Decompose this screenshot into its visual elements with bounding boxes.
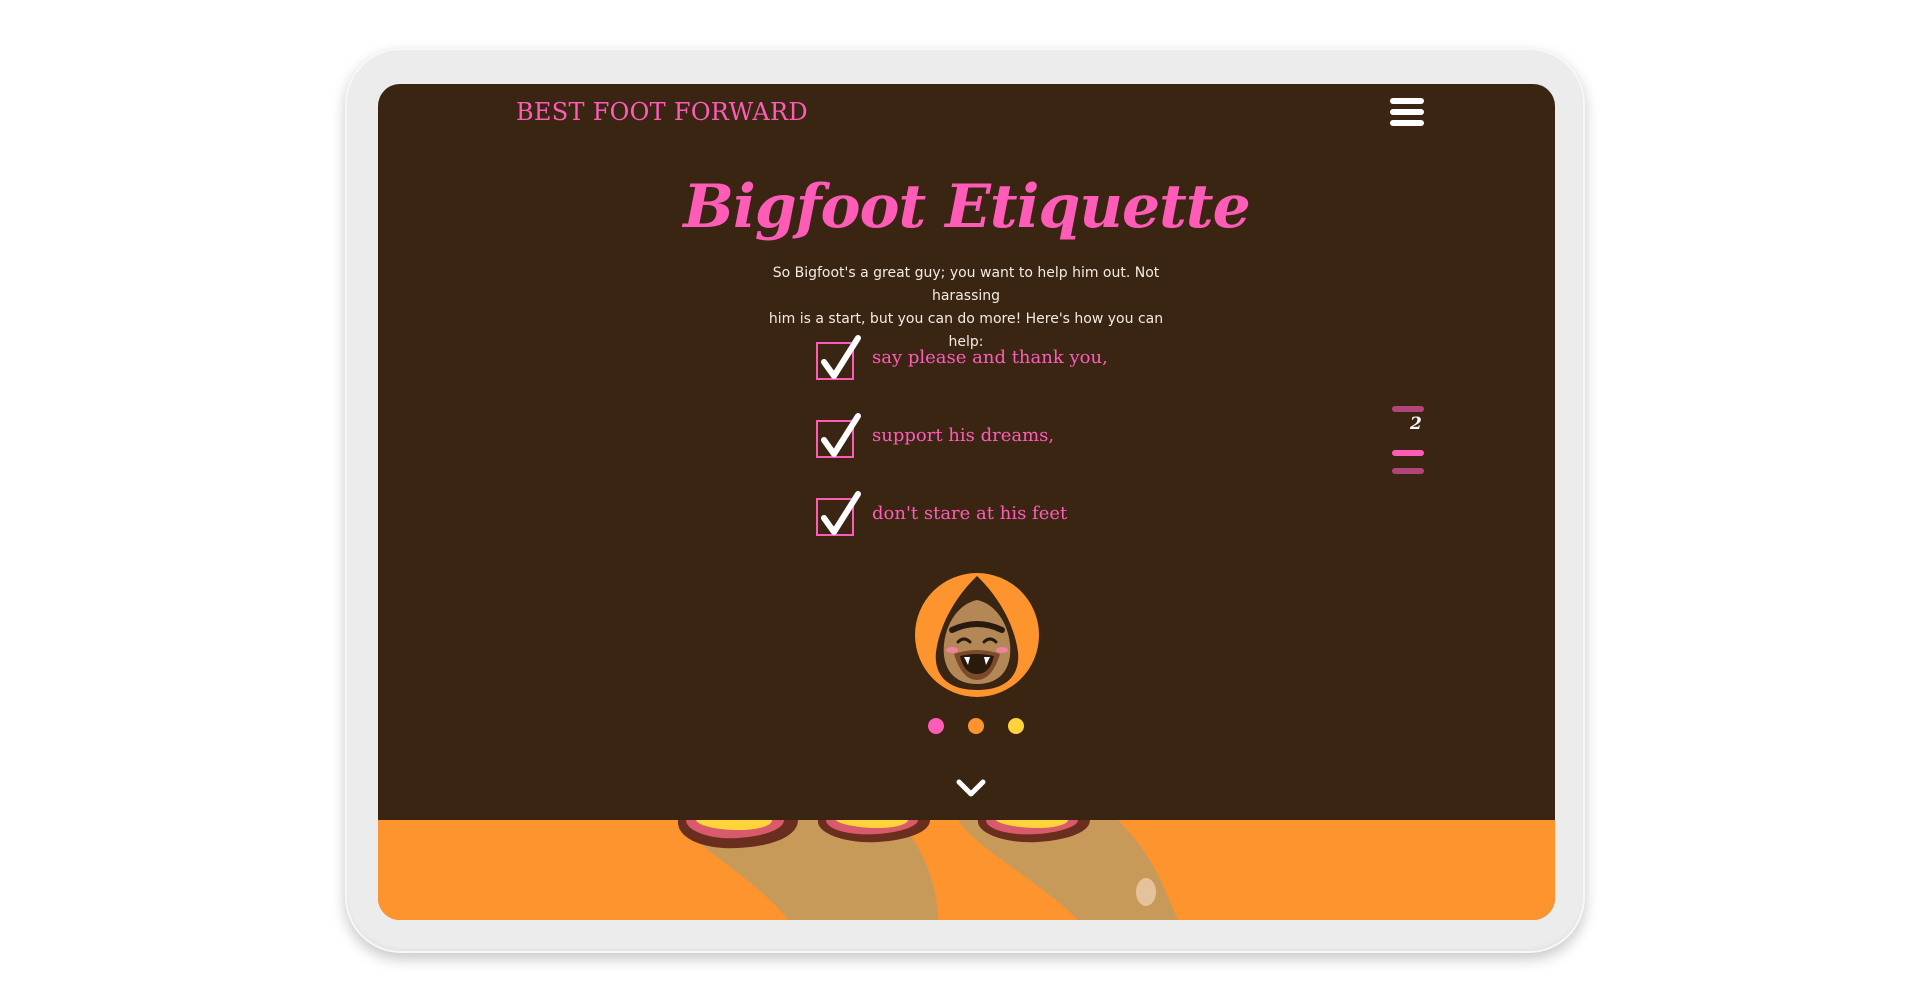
section-nav-number: 2 bbox=[1410, 414, 1422, 434]
checklist-item[interactable]: don't stare at his feet bbox=[816, 491, 1176, 536]
checklist-label: support his dreams, bbox=[872, 425, 1055, 446]
section-nav-dash[interactable] bbox=[1392, 468, 1424, 474]
chevron-down-icon[interactable] bbox=[954, 776, 988, 800]
bigfoot-feet-image bbox=[378, 820, 1555, 920]
hamburger-menu-icon[interactable] bbox=[1390, 98, 1424, 130]
carousel-dot-orange[interactable] bbox=[968, 718, 984, 734]
section-nav: 2 bbox=[1392, 406, 1426, 476]
checkmark-icon bbox=[821, 413, 861, 457]
bigfoot-feet-illustration bbox=[378, 820, 1555, 920]
bigfoot-avatar-icon bbox=[915, 573, 1039, 697]
checklist-item[interactable]: say please and thank you, bbox=[816, 335, 1176, 380]
checkmark-icon bbox=[821, 491, 861, 535]
checkbox[interactable] bbox=[816, 491, 861, 536]
section-nav-dash[interactable] bbox=[1392, 406, 1424, 412]
checkbox[interactable] bbox=[816, 413, 861, 458]
brand-logo-text[interactable]: BEST FOOT FORWARD bbox=[516, 98, 808, 126]
checkmark-icon bbox=[821, 335, 861, 379]
carousel-dot-pink[interactable] bbox=[928, 718, 944, 734]
carousel-dots bbox=[928, 718, 1038, 738]
intro-line-1: So Bigfoot's a great guy; you want to he… bbox=[772, 265, 1160, 304]
checklist-item[interactable]: support his dreams, bbox=[816, 413, 1176, 458]
tablet-screen: BEST FOOT FORWARD Bigfoot Etiquette So B… bbox=[378, 84, 1555, 920]
section-nav-dash-active[interactable] bbox=[1392, 450, 1424, 456]
checkbox[interactable] bbox=[816, 335, 861, 380]
checklist-label: say please and thank you, bbox=[872, 347, 1108, 368]
checklist-label: don't stare at his feet bbox=[872, 503, 1068, 524]
page-title: Bigfoot Etiquette bbox=[683, 172, 1251, 242]
carousel-dot-yellow[interactable] bbox=[1008, 718, 1024, 734]
